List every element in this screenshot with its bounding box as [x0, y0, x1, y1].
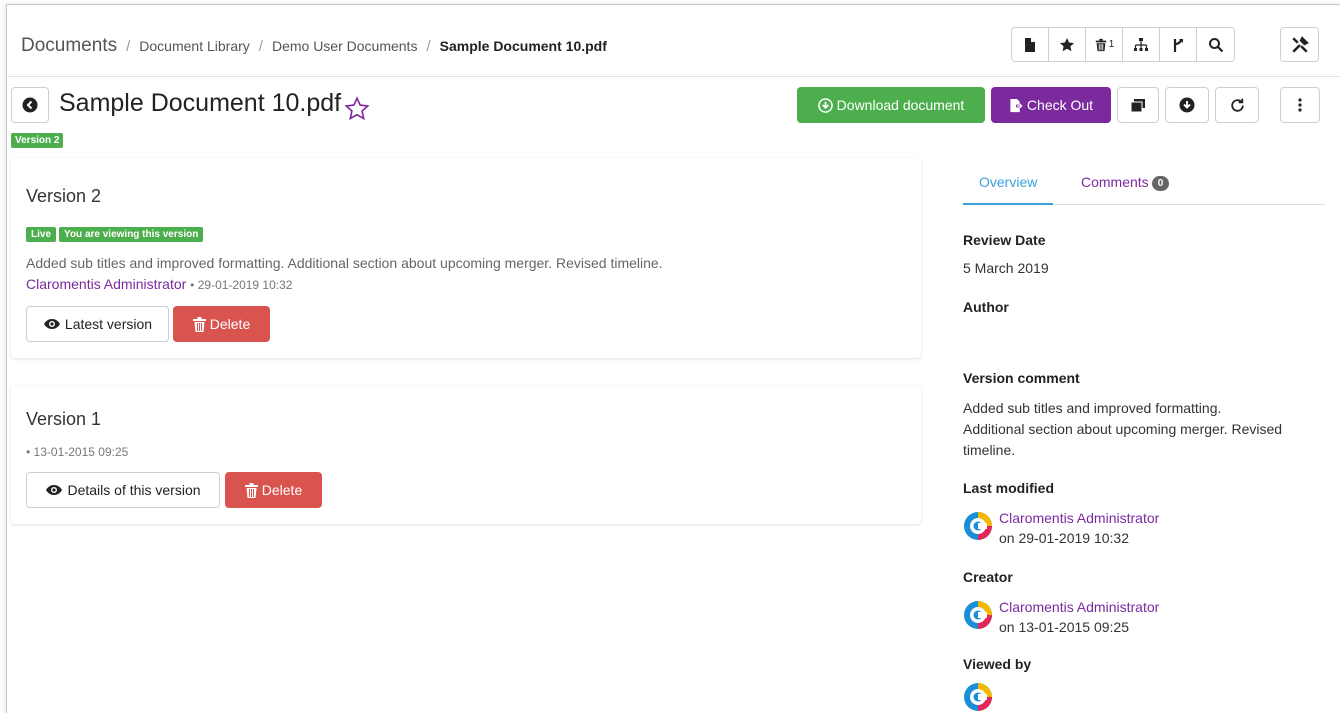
- version-card: Version 1 • 13-01-2015 09:25 Details of …: [11, 385, 921, 524]
- last-modified-date: on 29-01-2019 10:32: [999, 530, 1129, 546]
- tab-overview-label: Overview: [979, 174, 1038, 190]
- sidebar-tabs: Overview Comments 0: [963, 167, 1325, 205]
- delete-label: Delete: [209, 316, 251, 332]
- branch-button[interactable]: [1160, 28, 1197, 61]
- top-bar: Documents / Document Library / Demo User…: [7, 5, 1340, 77]
- breadcrumb-current: Sample Document 10.pdf: [439, 38, 607, 54]
- trash-icon: [192, 316, 206, 332]
- download-document-label: Download document: [836, 97, 965, 113]
- file-icon: [1025, 37, 1035, 52]
- avatar[interactable]: [963, 511, 993, 541]
- creator-user: Claromentis Administrator on 13-01-2015 …: [963, 597, 1159, 637]
- breadcrumb-document-library[interactable]: Document Library: [139, 38, 250, 54]
- version-details-button[interactable]: Details of this version: [26, 472, 220, 508]
- version-card: Version 2 Live You are viewing this versi…: [11, 158, 921, 358]
- download-document-button[interactable]: Download document: [797, 87, 985, 123]
- live-label: Live: [26, 227, 57, 242]
- tab-overview[interactable]: Overview: [963, 167, 1054, 205]
- search-icon: [1208, 37, 1223, 52]
- more-vertical-icon: [1298, 98, 1302, 112]
- breadcrumb-demo-user-documents[interactable]: Demo User Documents: [272, 38, 418, 54]
- trash-icon: [244, 482, 258, 498]
- document-title: Sample Document 10.pdf: [59, 89, 342, 117]
- creator-user-link[interactable]: Claromentis Administrator: [999, 597, 1159, 617]
- version-comment: Added sub titles and improved formatting…: [26, 255, 663, 271]
- last-modified-user-link[interactable]: Claromentis Administrator: [999, 508, 1159, 528]
- tab-comments-label: Comments: [1081, 174, 1149, 190]
- back-button[interactable]: [11, 87, 49, 123]
- version-author-link[interactable]: Claromentis Administrator: [26, 276, 186, 292]
- refresh-button[interactable]: [1215, 87, 1259, 123]
- tab-comments[interactable]: Comments 0: [1065, 167, 1185, 205]
- refresh-icon: [1230, 98, 1244, 112]
- check-out-label: Check Out: [1026, 97, 1094, 113]
- check-out-button[interactable]: Check Out: [991, 87, 1111, 123]
- trash-icon: [1095, 38, 1106, 51]
- app-window: Documents / Document Library / Demo User…: [6, 4, 1340, 713]
- version-meta: Claromentis Administrator • 29-01-2019 1…: [26, 276, 293, 292]
- version-date: 13-01-2015 09:25: [33, 445, 129, 459]
- viewing-version-label: You are viewing this version: [59, 227, 204, 242]
- last-modified-heading: Last modified: [963, 480, 1055, 496]
- eye-icon: [43, 319, 60, 329]
- avatar[interactable]: [963, 682, 993, 712]
- latest-version-button[interactable]: Latest version: [26, 306, 169, 342]
- creator-heading: Creator: [963, 569, 1013, 585]
- author-heading: Author: [963, 299, 1009, 315]
- tools-button[interactable]: [1281, 28, 1318, 61]
- version-details-label: Details of this version: [67, 482, 201, 498]
- wrench-icon: [1291, 35, 1309, 53]
- viewed-by-user: [963, 679, 993, 712]
- comments-count-badge: 0: [1151, 176, 1170, 191]
- version-title: Version 2: [26, 186, 102, 206]
- version-comment-heading: Version comment: [963, 370, 1080, 386]
- review-date-heading: Review Date: [963, 232, 1046, 248]
- latest-version-label: Latest version: [64, 316, 153, 332]
- version-meta: • 13-01-2015 09:25: [26, 445, 129, 459]
- breadcrumb-separator: /: [126, 38, 131, 55]
- download-circle-icon: [817, 97, 833, 113]
- eye-icon: [46, 485, 63, 495]
- delete-label: Delete: [261, 482, 303, 498]
- tools-button-group: [1280, 27, 1319, 62]
- document-toolbar: 1: [1011, 27, 1235, 62]
- delete-version-button[interactable]: Delete: [225, 472, 322, 508]
- trash-count-button[interactable]: 1: [1086, 28, 1123, 61]
- copy-stack-icon: [1130, 98, 1145, 112]
- star-icon: [1060, 37, 1074, 51]
- file-icon-button[interactable]: [1012, 28, 1049, 61]
- breadcrumb-separator: /: [426, 38, 431, 55]
- breadcrumb-documents[interactable]: Documents: [21, 35, 117, 57]
- version-title: Version 1: [26, 409, 102, 429]
- favourite-star-icon[interactable]: [344, 96, 370, 122]
- creator-info: Claromentis Administrator on 13-01-2015 …: [999, 597, 1159, 637]
- version-date: 29-01-2019 10:32: [197, 278, 293, 292]
- search-button[interactable]: [1197, 28, 1234, 61]
- version-badge: Version 2: [11, 133, 64, 148]
- arrow-left-circle-icon: [22, 97, 38, 113]
- sitemap-button[interactable]: [1123, 28, 1160, 61]
- copy-button[interactable]: [1117, 87, 1159, 123]
- branch-icon: [1173, 38, 1183, 52]
- creator-date: on 13-01-2015 09:25: [999, 619, 1129, 635]
- version-labels: Live You are viewing this version: [26, 224, 206, 242]
- file-export-icon: [1010, 98, 1023, 112]
- avatar[interactable]: [963, 600, 993, 630]
- review-date-value: 5 March 2019: [963, 260, 1049, 276]
- breadcrumb: Documents / Document Library / Demo User…: [21, 35, 607, 57]
- delete-version-button[interactable]: Delete: [173, 306, 270, 342]
- arrow-down-circle-icon: [1179, 97, 1195, 113]
- version-comment-text: Added sub titles and improved formatting…: [963, 400, 1283, 458]
- viewed-by-heading: Viewed by: [963, 656, 1032, 672]
- sitemap-icon: [1134, 37, 1148, 51]
- breadcrumb-separator: /: [258, 38, 263, 55]
- trash-count: 1: [1108, 39, 1115, 50]
- favourite-star-button[interactable]: [1049, 28, 1086, 61]
- last-modified-user: Claromentis Administrator on 29-01-2019 …: [963, 508, 1159, 548]
- more-options-button[interactable]: [1280, 87, 1320, 123]
- download-button[interactable]: [1165, 87, 1209, 123]
- last-modified-info: Claromentis Administrator on 29-01-2019 …: [999, 508, 1159, 548]
